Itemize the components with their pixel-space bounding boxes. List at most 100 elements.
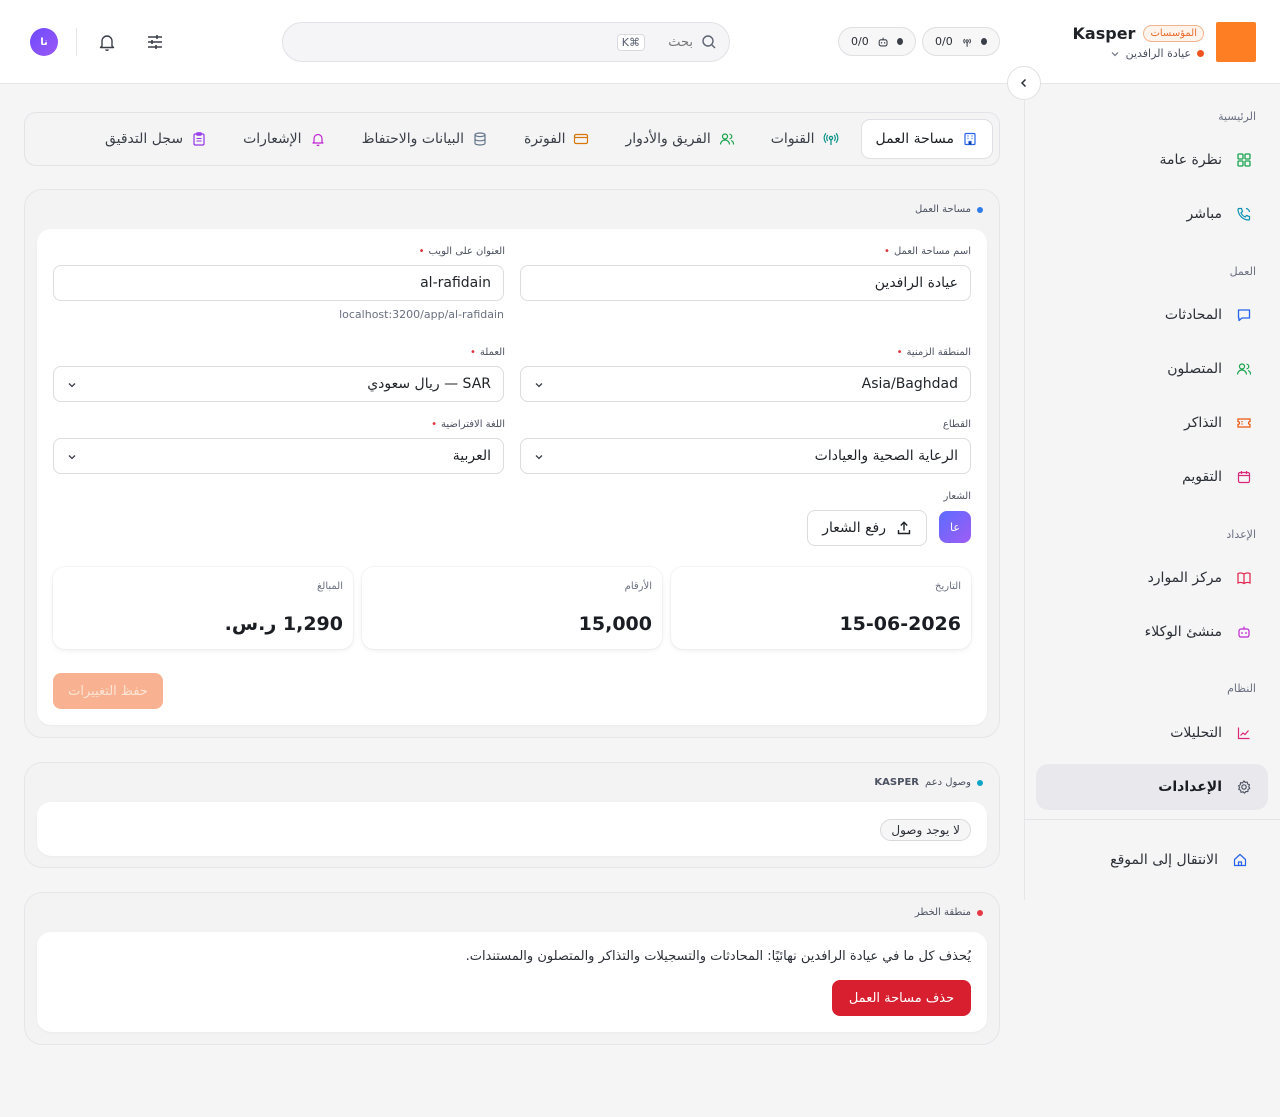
sidebar-item-label: المحادثات xyxy=(1164,307,1222,323)
default-language-label: اللغة الافتراضية• xyxy=(431,419,505,430)
chevron-down-icon xyxy=(535,383,543,388)
support-access-status-badge: لا يوجد وصول xyxy=(880,819,971,841)
section-dot xyxy=(977,909,983,916)
sidebar-divider xyxy=(1025,819,1280,820)
upload-icon xyxy=(897,521,911,535)
sidebar: الرئيسية نظرة عامة مباشر العمل المحادثات… xyxy=(1024,84,1280,900)
chevron-down-icon xyxy=(68,383,76,388)
tab-workspace[interactable]: مساحة العمل xyxy=(860,119,993,159)
timezone-value: Asia/Baghdad xyxy=(861,376,958,392)
book-icon xyxy=(1237,572,1251,585)
tab-audit-log[interactable]: سجل التدقيق xyxy=(91,119,221,159)
section-title: منطقة الخطر xyxy=(915,907,983,918)
workspace-section: مساحة العمل اسم مساحة العمل• عيادة الراف… xyxy=(24,189,1000,738)
search-icon xyxy=(702,35,716,49)
web-address-field[interactable]: al-rafidain xyxy=(53,265,504,301)
robot-icon xyxy=(878,37,888,46)
sliders-icon xyxy=(148,35,162,49)
sidebar-item-conversations[interactable]: المحادثات xyxy=(1036,292,1268,338)
sidebar-item-agent-builder[interactable]: منشئ الوكلاء xyxy=(1036,609,1268,655)
go-to-site-link[interactable]: الانتقال إلى الموقع xyxy=(1032,837,1264,883)
workspace-name: عيادة الرافدين xyxy=(1125,47,1191,60)
channels-status-pill[interactable]: 0/0 xyxy=(922,27,1000,56)
workspace-status-dot xyxy=(1197,50,1204,57)
workspace-switcher[interactable]: عيادة الرافدين xyxy=(1110,47,1204,60)
sidebar-item-settings[interactable]: الإعدادات xyxy=(1036,764,1268,810)
upload-logo-label: رفع الشعار xyxy=(822,520,886,536)
upload-logo-button[interactable]: رفع الشعار xyxy=(807,510,927,546)
grid-icon xyxy=(1237,153,1251,167)
currency-select[interactable]: SAR — ريال سعودي xyxy=(53,366,504,402)
agents-count: 0/0 xyxy=(851,35,869,48)
stat-label: المبالغ xyxy=(316,581,343,592)
stat-value: 15,000 xyxy=(578,613,652,635)
sidebar-item-calendar[interactable]: التقويم xyxy=(1036,454,1268,500)
stat-value: 15-06-2026 xyxy=(839,613,961,635)
workspace-name-field[interactable]: عيادة الرافدين xyxy=(520,265,971,301)
chevron-down-icon xyxy=(535,455,543,460)
sidebar-item-label: الإعدادات xyxy=(1158,779,1222,795)
support-title-brand: KASPER xyxy=(874,777,919,788)
chevron-down-icon xyxy=(1111,51,1119,56)
sector-label: القطاع xyxy=(942,419,971,430)
sidebar-item-live[interactable]: مباشر xyxy=(1036,191,1268,237)
tab-team-roles[interactable]: الفريق والأدوار xyxy=(611,119,748,159)
sidebar-item-label: مركز الموارد xyxy=(1147,570,1222,586)
sidebar-item-resources[interactable]: مركز الموارد xyxy=(1036,555,1268,601)
tab-notifications[interactable]: الإشعارات xyxy=(229,119,339,159)
search-bar[interactable]: ⌘K xyxy=(282,22,730,62)
sidebar-section-home: الرئيسية xyxy=(1218,110,1256,123)
antenna-icon xyxy=(963,38,971,47)
logo-label: الشعار xyxy=(943,491,971,502)
tab-label: سجل التدقيق xyxy=(104,131,184,147)
number-format-card: الأرقام 15,000 xyxy=(362,567,662,649)
settings-tabs: مساحة العمل القنوات الفريق والأدوار الفو… xyxy=(24,112,1000,166)
clipboard-icon xyxy=(193,132,205,146)
stat-value: 1,290 ر.س. xyxy=(224,613,343,635)
filters-button[interactable] xyxy=(143,30,167,54)
sidebar-item-contacts[interactable]: المتصلون xyxy=(1036,346,1268,392)
agents-dot xyxy=(896,38,903,45)
tab-data-retention[interactable]: البيانات والاحتفاظ xyxy=(348,119,502,159)
tab-label: الفريق والأدوار xyxy=(625,131,711,147)
danger-warning-text: يُحذف كل ما في عيادة الرافدين نهائيًا: ا… xyxy=(465,949,971,964)
sidebar-section-setup: الإعداد xyxy=(1226,528,1256,541)
sidebar-section-work: العمل xyxy=(1229,265,1256,278)
sidebar-collapse-button[interactable] xyxy=(1007,66,1041,100)
user-avatar[interactable]: نا xyxy=(30,28,58,56)
tab-label: الفوترة xyxy=(524,131,566,147)
search-input[interactable] xyxy=(653,34,693,50)
tab-label: الإشعارات xyxy=(243,131,302,147)
sidebar-item-analytics[interactable]: التحليلات xyxy=(1036,710,1268,756)
gear-icon xyxy=(1237,780,1251,794)
timezone-select[interactable]: Asia/Baghdad xyxy=(520,366,971,402)
agents-status-pill[interactable]: 0/0 xyxy=(838,27,916,56)
brand[interactable]: المؤسسات Kasper عيادة الرافدين xyxy=(1073,22,1256,62)
save-changes-button[interactable]: حفظ التغييرات xyxy=(53,673,163,709)
delete-workspace-button[interactable]: حذف مساحة العمل xyxy=(832,980,971,1016)
brand-name: Kasper xyxy=(1072,24,1136,43)
sidebar-item-label: التذاكر xyxy=(1183,415,1222,431)
sector-value: الرعاية الصحية والعيادات xyxy=(814,448,958,464)
sector-select[interactable]: الرعاية الصحية والعيادات xyxy=(520,438,971,474)
notifications-button[interactable] xyxy=(95,30,119,54)
tab-billing[interactable]: الفوترة xyxy=(510,119,603,159)
currency-value: SAR — ريال سعودي xyxy=(367,376,491,392)
workspace-name-value: عيادة الرافدين xyxy=(874,275,958,291)
workspace-section-title: مساحة العمل xyxy=(914,204,971,215)
stat-label: الأرقام xyxy=(624,581,652,592)
sidebar-item-overview[interactable]: نظرة عامة xyxy=(1036,137,1268,183)
chart-icon xyxy=(1237,727,1250,740)
sidebar-item-tickets[interactable]: التذاكر xyxy=(1036,400,1268,446)
default-language-select[interactable]: العربية xyxy=(53,438,504,474)
web-address-hint: localhost:3200/app/al-rafidain xyxy=(339,308,504,321)
section-dot xyxy=(977,206,983,213)
bell-icon xyxy=(311,133,324,147)
timezone-label: المنطقة الزمنية• xyxy=(896,347,971,358)
tab-channels[interactable]: القنوات xyxy=(757,119,853,159)
sidebar-item-label: المتصلون xyxy=(1167,361,1222,377)
danger-zone-section: منطقة الخطر يُحذف كل ما في عيادة الرافدي… xyxy=(24,892,1000,1045)
antenna-icon xyxy=(823,132,838,145)
section-title: مساحة العمل xyxy=(915,204,983,215)
section-dot xyxy=(977,779,983,786)
